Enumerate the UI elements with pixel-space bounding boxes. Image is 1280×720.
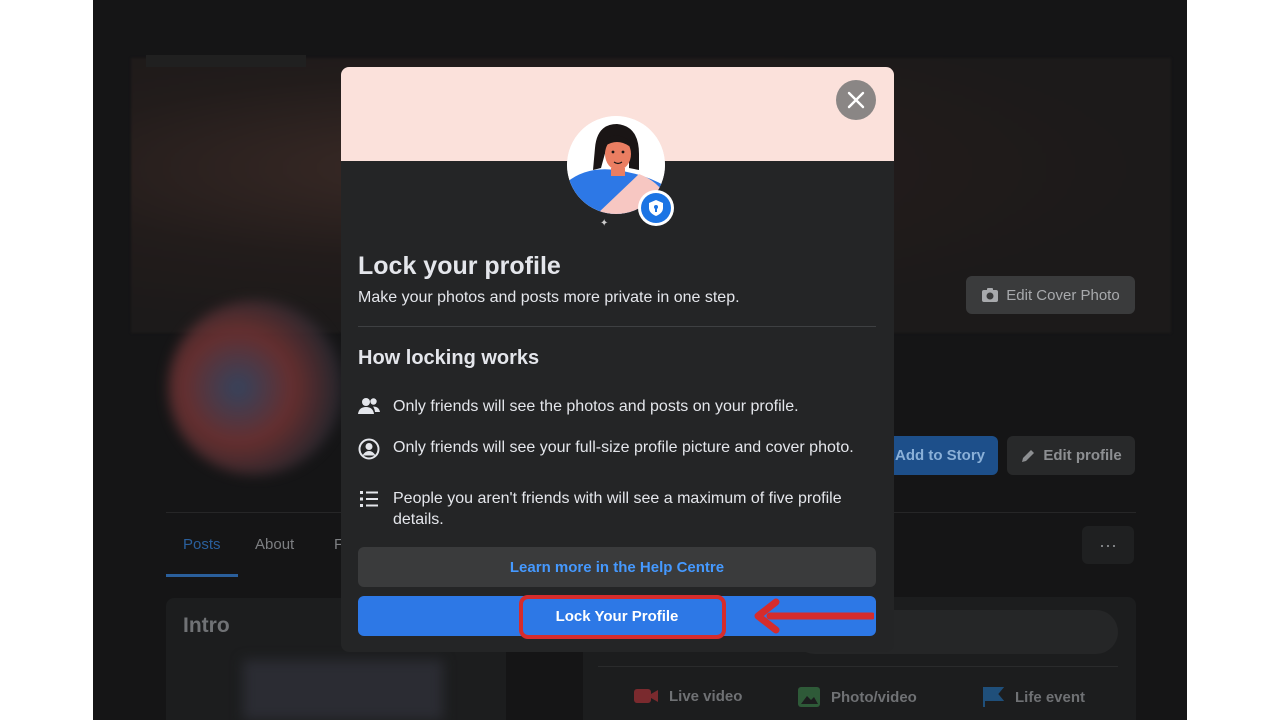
dialog-divider — [358, 326, 876, 327]
live-video-icon — [634, 689, 658, 703]
edit-cover-photo-button[interactable]: Edit Cover Photo — [966, 276, 1135, 314]
photo-icon — [798, 687, 820, 707]
lock-profile-dialog: ✦ Lock your profile Make your photos and… — [341, 67, 894, 652]
life-event-button[interactable]: Life event — [981, 686, 1085, 708]
shield-badge — [638, 190, 674, 226]
list-icon — [358, 488, 380, 530]
close-icon — [847, 91, 865, 109]
learn-more-button[interactable]: Learn more in the Help Centre — [358, 547, 876, 587]
composer-divider — [598, 666, 1118, 667]
life-event-label: Life event — [1015, 688, 1086, 706]
more-icon: ··· — [1099, 534, 1117, 555]
annotation-highlight-box — [519, 595, 726, 639]
live-video-label: Live video — [669, 687, 743, 705]
tab-about[interactable]: About — [255, 536, 294, 553]
close-button[interactable] — [836, 80, 876, 120]
pencil-icon — [1022, 449, 1035, 462]
flag-icon — [983, 687, 1005, 707]
cover-edge — [146, 55, 306, 67]
edit-profile-label: Edit profile — [1043, 447, 1122, 464]
bullet-text: Only friends will see your full-size pro… — [393, 439, 854, 456]
add-to-story-button[interactable]: Add to Story — [883, 436, 998, 475]
more-options-button[interactable]: ··· — [1082, 526, 1134, 564]
live-video-button[interactable]: Live video — [633, 686, 742, 706]
bullet-text: People you aren't friends with will see … — [393, 490, 842, 528]
camera-icon — [982, 288, 999, 302]
photo-video-button[interactable]: Photo/video — [797, 686, 917, 708]
sparkle-icon: ✦ — [600, 218, 609, 229]
edit-profile-button[interactable]: Edit profile — [1007, 436, 1135, 475]
dialog-title: Lock your profile — [358, 252, 561, 280]
bullet-item: Only friends will see your full-size pro… — [358, 437, 868, 460]
tab-posts[interactable]: Posts — [183, 536, 221, 553]
active-tab-indicator — [166, 574, 238, 577]
intro-content — [243, 660, 443, 720]
dialog-subtitle: Make your photos and posts more private … — [358, 289, 740, 306]
profile-circle-icon — [358, 437, 380, 460]
photo-video-label: Photo/video — [831, 688, 917, 706]
edit-cover-label: Edit Cover Photo — [1006, 286, 1120, 304]
annotation-arrow-icon — [754, 598, 874, 634]
bullet-item: People you aren't friends with will see … — [358, 488, 868, 530]
bullet-item: Only friends will see the photos and pos… — [358, 396, 868, 417]
intro-title: Intro — [183, 614, 230, 637]
friends-icon — [358, 396, 380, 417]
add-to-story-label: Add to Story — [895, 447, 985, 464]
profile-avatar[interactable] — [168, 300, 343, 475]
bullet-text: Only friends will see the photos and pos… — [393, 398, 799, 415]
shield-lock-icon — [649, 200, 663, 216]
learn-more-label: Learn more in the Help Centre — [509, 558, 725, 576]
section-title: How locking works — [358, 347, 540, 369]
